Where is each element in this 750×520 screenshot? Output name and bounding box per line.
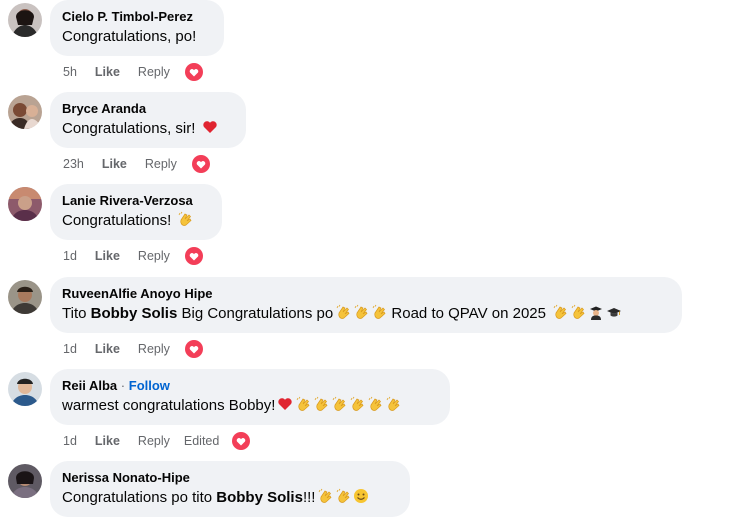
comment-bubble: Reii Alba · Follow warmest congratulatio… <box>50 369 450 425</box>
clapping-hands-icon <box>371 304 387 320</box>
comment-actions: 1d Like Reply <box>63 246 204 266</box>
avatar[interactable] <box>8 3 42 37</box>
comment-text-segment: Tito <box>62 305 91 322</box>
comment-bubble: Bryce Aranda Congratulations, sir! <box>50 92 246 148</box>
comment-author[interactable]: Bryce Aranda <box>62 100 234 117</box>
clapping-hands-icon <box>570 304 586 320</box>
avatar[interactable] <box>8 372 42 406</box>
comment-actions: 1d Like Reply Edited <box>63 431 252 451</box>
love-reaction-icon[interactable] <box>183 339 204 359</box>
comment-actions: 5h Like Reply <box>63 62 204 82</box>
comment-author[interactable]: Cielo P. Timbol-Perez <box>62 8 212 25</box>
comment-text-segment: !!! <box>302 489 316 506</box>
comment-time[interactable]: 1d <box>63 342 77 356</box>
comment-bubble: Nerissa Nonato-Hipe Congratulations po t… <box>50 461 410 517</box>
like-button[interactable]: Like <box>95 249 120 263</box>
comment-bubble: Cielo P. Timbol-Perez Congratulations, p… <box>50 0 224 56</box>
clapping-hands-icon <box>317 488 333 504</box>
avatar[interactable] <box>8 464 42 498</box>
clapping-hands-icon <box>331 396 347 412</box>
reply-button[interactable]: Reply <box>138 65 170 79</box>
comment-text-segment: Big Congratulations po <box>177 305 334 322</box>
comment-bubble: RuveenAlfie Anoyo Hipe Tito Bobby Solis … <box>50 277 682 333</box>
reply-button[interactable]: Reply <box>138 342 170 356</box>
comment-text: Congratulations, po! <box>62 27 212 47</box>
like-button[interactable]: Like <box>95 65 120 79</box>
comment-time[interactable]: 23h <box>63 157 84 171</box>
comment-text: warmest congratulations Bobby! <box>62 396 438 416</box>
reply-button[interactable]: Reply <box>145 157 177 171</box>
comment-author[interactable]: RuveenAlfie Anoyo Hipe <box>62 285 670 302</box>
clapping-hands-icon <box>353 304 369 320</box>
love-reaction-icon[interactable] <box>183 246 204 266</box>
comment-author[interactable]: Nerissa Nonato-Hipe <box>62 469 398 486</box>
clapping-hands-icon <box>552 304 568 320</box>
clapping-hands-icon <box>335 304 351 320</box>
love-reaction-icon[interactable] <box>190 154 211 174</box>
comment-author[interactable]: Reii Alba <box>62 378 117 393</box>
graduation-cap-icon <box>606 304 622 320</box>
separator-dot: · <box>120 378 126 393</box>
comment-time[interactable]: 1d <box>63 249 77 263</box>
clapping-hands-icon <box>177 211 193 227</box>
comment-text-segment: Congratulations, sir! <box>62 120 200 137</box>
comment-text-segment: Congratulations po tito <box>62 489 217 506</box>
edited-label: Edited <box>183 434 220 448</box>
reply-button[interactable]: Reply <box>138 434 170 448</box>
comment-author-row: Reii Alba · Follow <box>62 377 438 394</box>
clapping-hands-icon <box>335 488 351 504</box>
comment-author[interactable]: Lanie Rivera-Verzosa <box>62 192 210 209</box>
comment-text: Congratulations po tito Bobby Solis!!! <box>62 488 398 508</box>
comment-text-segment: Congratulations! <box>62 212 176 229</box>
comment-actions: 23h Like Reply <box>63 154 211 174</box>
smiling-face-icon <box>353 488 369 504</box>
comment-text: Congratulations, sir! <box>62 119 234 139</box>
love-reaction-icon[interactable] <box>183 62 204 82</box>
mention-link[interactable]: Bobby Solis <box>216 489 303 506</box>
like-button[interactable]: Like <box>95 434 120 448</box>
comment-text-segment: Road to QPAV on 2025 <box>387 305 551 322</box>
avatar[interactable] <box>8 95 42 129</box>
red-heart-icon <box>277 396 293 412</box>
comment-actions: 1d Like Reply <box>63 339 204 359</box>
comment-text-segment: warmest congratulations Bobby! <box>62 397 276 414</box>
comment-time[interactable]: 1d <box>63 434 77 448</box>
clapping-hands-icon <box>349 396 365 412</box>
like-button[interactable]: Like <box>95 342 120 356</box>
comment-time[interactable]: 5h <box>63 65 77 79</box>
graduate-icon <box>588 304 604 320</box>
comment-text: Congratulations! <box>62 211 210 231</box>
red-heart-icon <box>202 119 218 135</box>
comment-text-segment: Congratulations, po! <box>62 28 197 45</box>
clapping-hands-icon <box>367 396 383 412</box>
mention-link[interactable]: Bobby Solis <box>91 305 178 322</box>
reply-button[interactable]: Reply <box>138 249 170 263</box>
like-button[interactable]: Like <box>102 157 127 171</box>
follow-button[interactable]: Follow <box>129 378 170 393</box>
comment-text: Tito Bobby Solis Big Congratulations po … <box>62 304 670 324</box>
comment-bubble: Lanie Rivera-Verzosa Congratulations! <box>50 184 222 240</box>
avatar[interactable] <box>8 280 42 314</box>
clapping-hands-icon <box>385 396 401 412</box>
love-reaction-icon[interactable] <box>231 431 252 451</box>
clapping-hands-icon <box>295 396 311 412</box>
avatar[interactable] <box>8 187 42 221</box>
clapping-hands-icon <box>313 396 329 412</box>
